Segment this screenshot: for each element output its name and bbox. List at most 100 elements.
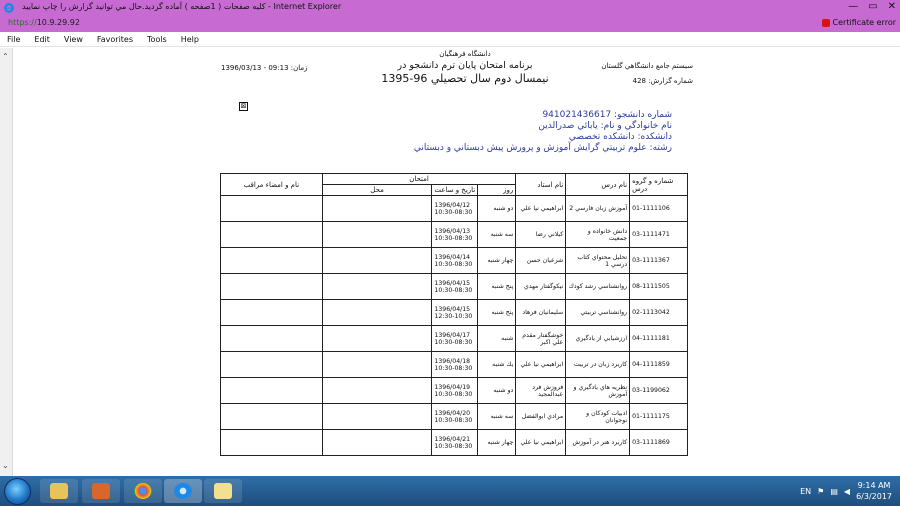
- taskbar-internet-explorer[interactable]: [164, 479, 202, 503]
- cell-teacher: ابراهيمي نيا علي: [515, 351, 567, 378]
- cell-date: 1396/04/15: [434, 305, 471, 313]
- cell-datetime: 1396/04/17 10:30-08:30: [431, 325, 479, 352]
- cell-course: تحليل محتواي كتاب درسي 1: [565, 247, 631, 274]
- network-icon[interactable]: ▤: [830, 487, 838, 496]
- start-button[interactable]: [4, 478, 31, 505]
- program-title: برنامه امتحان پايان ترم دانشجو در: [397, 60, 533, 71]
- cell-course: ادبيات كودكان و نوجوانان: [565, 403, 631, 430]
- window-titlebar: كليه صفحات ( 1صفحه ) آماده گرديد.حال مي …: [0, 0, 900, 16]
- taskbar-file-explorer[interactable]: [40, 479, 78, 503]
- system-clock[interactable]: 9:14 AM 6/3/2017: [856, 480, 892, 502]
- media-player-icon: [92, 483, 110, 499]
- report-system-info: سيستم جامع دانشگاهي گلستان شماره گزارش: …: [601, 62, 693, 92]
- vertical-scrollbar[interactable]: ⌃ ⌄: [0, 48, 13, 476]
- cell-day: سه شنبه: [477, 221, 517, 248]
- maximize-button[interactable]: ▭: [868, 1, 877, 12]
- cell-datetime: 1396/04/19 10:30-08:30: [431, 377, 479, 404]
- cell-sign: [220, 351, 323, 378]
- certificate-error-label: Certificate error: [832, 18, 896, 27]
- cell-course: روانشناسي رشد كودك: [565, 273, 631, 300]
- internet-explorer-icon: [4, 3, 14, 13]
- certificate-shield-icon: [821, 18, 830, 27]
- cell-course: كاربرد هنر در آموزش: [565, 429, 631, 456]
- taskbar-media-player[interactable]: [82, 479, 120, 503]
- cell-time: 10:30-08:30: [434, 260, 473, 268]
- cell-code: 02-1113042: [629, 299, 688, 326]
- cell-datetime: 1396/04/12 10:30-08:30: [431, 195, 479, 222]
- menu-edit[interactable]: Edit: [34, 35, 50, 44]
- taskbar-window[interactable]: [204, 479, 242, 503]
- menu-tools[interactable]: Tools: [147, 35, 167, 44]
- cell-date: 1396/04/14: [434, 253, 471, 261]
- cell-place: [321, 377, 433, 404]
- table-row: 08-1111505 روانشناسي رشد كودك نيكوگفتار …: [220, 273, 688, 300]
- cell-teacher: فروزش فرد عبدالمجيد: [515, 377, 567, 404]
- cell-sign: [220, 221, 323, 248]
- volume-icon[interactable]: ◀: [844, 487, 850, 496]
- cell-date: 1396/04/19: [434, 383, 471, 391]
- cell-sign: [220, 377, 323, 404]
- cell-place: [321, 247, 433, 274]
- report-time-value: 09:13 - 1396/03/13: [221, 64, 289, 72]
- table-row: 04-1111181 ارزشيابي از يادگيري خوشگفتار …: [220, 325, 688, 352]
- cell-time: 10:30-08:30: [434, 234, 473, 242]
- header-course-name: نام درس: [565, 173, 631, 196]
- cell-sign: [220, 247, 323, 274]
- cell-time: 10:30-08:30: [434, 390, 473, 398]
- header-day: روز: [477, 184, 517, 196]
- table-row: 01-1111106 آموزش زبان فارسي 2 ابراهيمي ن…: [220, 195, 688, 222]
- student-id-value: 941021436617: [542, 110, 612, 120]
- cell-datetime: 1396/04/18 10:30-08:30: [431, 351, 479, 378]
- cell-time: 10:30-08:30: [434, 208, 473, 216]
- cell-day: دو شنبه: [477, 377, 517, 404]
- chrome-icon: [134, 483, 152, 499]
- cell-place: [321, 273, 433, 300]
- cell-code: 01-1111175: [629, 403, 688, 430]
- taskbar-chrome[interactable]: [124, 479, 162, 503]
- certificate-error-button[interactable]: Certificate error: [821, 18, 896, 27]
- cell-time: 10:30-08:30: [434, 416, 473, 424]
- student-id-line: شماره دانشجو: 941021436617: [414, 110, 672, 121]
- cell-sign: [220, 299, 323, 326]
- window-controls: — ▭ ✕: [848, 1, 896, 12]
- scroll-up-arrow-icon[interactable]: ⌃: [2, 52, 9, 61]
- cell-sign: [220, 403, 323, 430]
- url-field[interactable]: https://10.9.29.92: [8, 18, 80, 27]
- cell-sign: [220, 325, 323, 352]
- cell-time: 10:30-08:30: [434, 364, 473, 372]
- cell-teacher: ابراهيمي نيا علي: [515, 429, 567, 456]
- minimize-button[interactable]: —: [848, 1, 858, 12]
- taskbar: EN ⚑ ▤ ◀ 9:14 AM 6/3/2017: [0, 476, 900, 506]
- cell-time: 10:30-08:30: [434, 442, 473, 450]
- major-label: رشته:: [649, 143, 672, 153]
- menu-view[interactable]: View: [64, 35, 83, 44]
- report-time: زمان: 09:13 - 1396/03/13: [221, 64, 308, 72]
- scroll-down-arrow-icon[interactable]: ⌄: [2, 461, 9, 470]
- language-indicator[interactable]: EN: [800, 487, 811, 496]
- address-bar[interactable]: https://10.9.29.92 Certificate error: [0, 16, 900, 32]
- menu-favorites[interactable]: Favorites: [97, 35, 133, 44]
- cell-sign: [220, 273, 323, 300]
- university-name: دانشگاه فرهنگيان: [439, 50, 491, 58]
- cell-date: 1396/04/20: [434, 409, 471, 417]
- cell-datetime: 1396/04/15 12:30-10:30: [431, 299, 479, 326]
- cell-course: ارزشيابي از يادگيري: [565, 325, 631, 352]
- cell-place: [321, 351, 433, 378]
- menu-file[interactable]: File: [7, 35, 20, 44]
- cell-time: 12:30-10:30: [434, 312, 473, 320]
- close-button[interactable]: ✕: [888, 1, 896, 12]
- cell-date: 1396/04/18: [434, 357, 471, 365]
- student-info: شماره دانشجو: 941021436617 نام خانوادگي …: [414, 110, 672, 154]
- cell-teacher: كيلاني رضا: [515, 221, 567, 248]
- report-header: دانشگاه فرهنگيان برنامه امتحان پايان ترم…: [365, 50, 565, 85]
- cell-course: نظريه هاي يادگيري و آموزش: [565, 377, 631, 404]
- major-value: علوم تربيتي گرايش آموزش و پرورش پيش دبست…: [413, 143, 647, 153]
- flag-icon[interactable]: ⚑: [817, 487, 824, 496]
- cell-place: [321, 429, 433, 456]
- cell-place: [321, 403, 433, 430]
- table-row: 03-1111869 كاربرد هنر در آموزش ابراهيمي …: [220, 429, 688, 456]
- menu-help[interactable]: Help: [181, 35, 199, 44]
- system-tray: EN ⚑ ▤ ◀ 9:14 AM 6/3/2017: [800, 476, 900, 506]
- cell-day: چهار شنبه: [477, 247, 517, 274]
- cell-date: 1396/04/13: [434, 227, 471, 235]
